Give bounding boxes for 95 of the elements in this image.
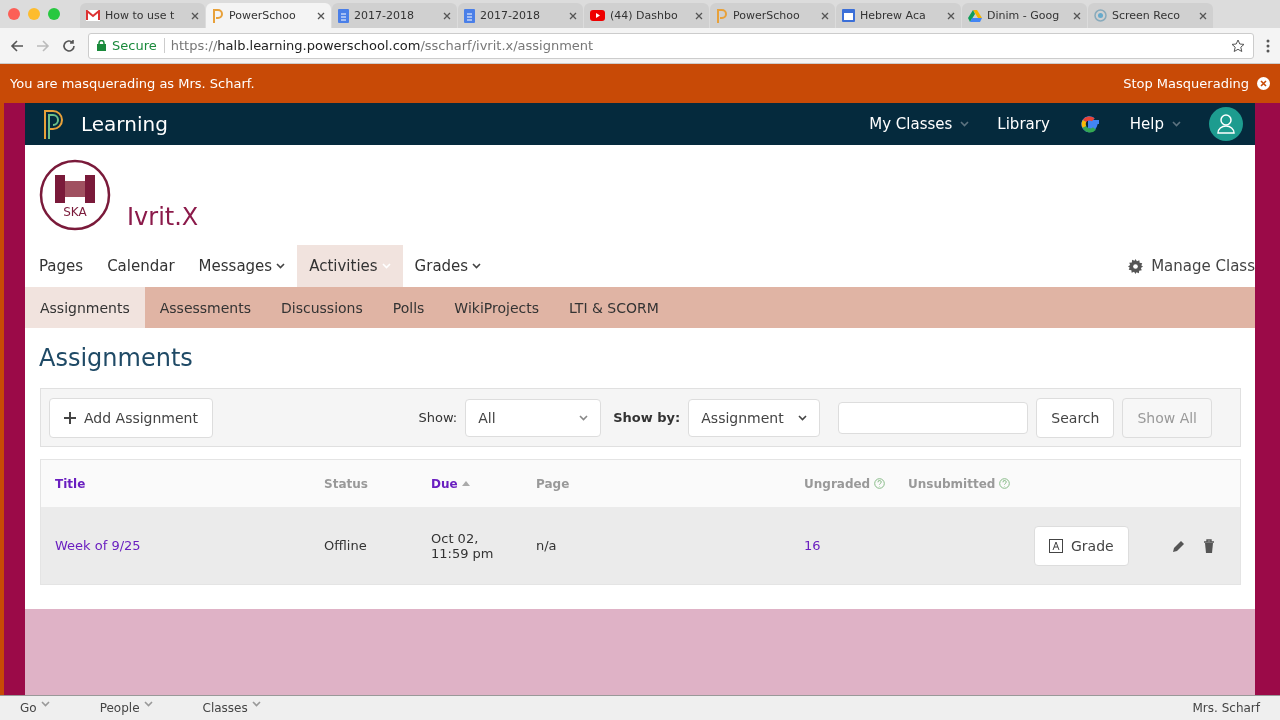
course-nav-tab[interactable]: Pages [27, 245, 96, 287]
lock-icon [97, 40, 106, 51]
close-icon[interactable] [1073, 11, 1081, 20]
sub-tab[interactable]: WikiProjects [439, 287, 554, 328]
caret-icon [381, 263, 391, 269]
caret-icon [579, 414, 589, 421]
show-by-dropdown[interactable]: Assignment [688, 398, 821, 437]
caret-icon [276, 263, 286, 269]
school-logo: SKA [39, 159, 111, 231]
page-cell-text: n/a [536, 538, 558, 553]
record-icon [1094, 9, 1107, 22]
caret-icon [40, 701, 50, 707]
logo-icon [716, 8, 728, 23]
caret-icon [798, 414, 808, 421]
caret-icon [472, 263, 482, 269]
course-nav-tab[interactable]: Messages [186, 245, 298, 287]
browser-tab[interactable]: Dinim - Goog [962, 3, 1087, 28]
close-icon[interactable] [947, 11, 955, 20]
close-icon[interactable] [317, 11, 325, 20]
plus-icon [64, 411, 76, 424]
column-header[interactable]: Title [55, 476, 324, 491]
course-title: Ivrit.X [127, 203, 199, 231]
address-field[interactable]: Secure https://halb.learning.powerschool.com/sscharf/ivrit.x/assignment [88, 32, 1254, 59]
menu-icon[interactable] [1266, 38, 1270, 53]
add-assignment-button[interactable]: Add Assignment [49, 397, 213, 438]
bottom-menu-item[interactable]: People [99, 701, 153, 715]
sort-icon [461, 481, 470, 486]
drive-icon [968, 9, 982, 22]
due-date-cell-text: Oct 02, 11:59 pm [431, 530, 495, 561]
browser-tab[interactable]: How to use t [80, 3, 205, 28]
header-nav-link[interactable]: My Classes [869, 115, 970, 133]
column-header: Unsubmitted [908, 476, 1034, 491]
user-name: Mrs. Scharf [1192, 701, 1260, 715]
course-nav-tab[interactable]: Activities [297, 245, 403, 287]
grade-button[interactable]: Grade [1034, 525, 1129, 566]
course-nav-tab[interactable]: Calendar [95, 245, 187, 287]
bottom-menu-item[interactable]: Go [20, 701, 50, 715]
document-icon [464, 8, 475, 23]
course-nav-tab[interactable]: Grades [402, 245, 494, 287]
header-nav-link[interactable]: Library [997, 115, 1050, 133]
sub-tab[interactable]: LTI & SCORM [554, 287, 674, 328]
close-icon[interactable] [695, 11, 703, 20]
pencil-icon[interactable] [1172, 538, 1186, 553]
play-icon [590, 10, 605, 21]
brand-name: Learning [81, 112, 169, 136]
column-header: Ungraded [804, 476, 908, 491]
browser-tab[interactable]: (44) Dashbo [584, 3, 709, 28]
masquerade-message: You are masquerading as Mrs. Scharf. [10, 76, 255, 91]
document-icon [338, 8, 349, 23]
status-cell-text: Offline [324, 538, 368, 553]
assignment-link[interactable]: Week of 9/25 [55, 538, 141, 553]
logo-icon [212, 8, 224, 23]
avatar-icon[interactable] [1209, 107, 1243, 141]
show-dropdown[interactable]: All [465, 398, 602, 437]
show-label: Show: [418, 410, 458, 425]
settings-icon [1128, 258, 1144, 274]
close-icon[interactable] [1199, 11, 1207, 20]
stop-masquerading-button[interactable]: Stop Masquerading [1123, 76, 1270, 91]
star-icon[interactable] [1231, 38, 1245, 53]
sub-tab[interactable]: Assessments [144, 287, 266, 328]
close-icon[interactable] [821, 11, 829, 20]
sub-tab[interactable]: Assignments [25, 287, 145, 328]
page-title: Assignments [38, 343, 194, 374]
back-icon[interactable] [10, 38, 24, 53]
bottom-menu-item[interactable]: Classes [202, 701, 261, 715]
close-icon[interactable] [569, 11, 577, 20]
browser-tab[interactable]: Hebrew Aca [836, 3, 961, 28]
grade-icon [1049, 538, 1063, 553]
caret-icon [143, 701, 153, 707]
ungraded-count-link[interactable]: 16 [804, 538, 821, 553]
browser-tab[interactable]: 2017-2018 [458, 3, 583, 28]
mail-icon [86, 10, 100, 21]
reload-icon[interactable] [62, 38, 76, 53]
browser-tab[interactable]: PowerSchoo [710, 3, 835, 28]
show-by-label: Show by: [613, 410, 681, 425]
browser-tab[interactable]: PowerSchoo [206, 3, 331, 28]
close-icon[interactable] [191, 11, 199, 20]
close-icon[interactable] [443, 11, 451, 20]
caret-icon [960, 121, 970, 127]
close-icon [1257, 77, 1270, 90]
caret-icon [251, 701, 261, 707]
sub-tab[interactable]: Polls [377, 287, 440, 328]
column-header: Status [324, 476, 369, 491]
calendar-icon [842, 9, 855, 22]
trash-icon[interactable] [1202, 538, 1216, 553]
header-nav-link[interactable]: Help [1129, 115, 1181, 133]
column-header[interactable]: Due [431, 476, 536, 491]
sub-tab[interactable]: Discussions [266, 287, 378, 328]
browser-tab[interactable]: Screen Reco [1088, 3, 1213, 28]
browser-tab[interactable]: 2017-2018 [332, 3, 457, 28]
search-field[interactable] [838, 401, 1029, 434]
manage-class-button[interactable]: Manage Class [1118, 245, 1255, 287]
column-header: Page [536, 476, 571, 491]
search-button[interactable]: Search [1036, 397, 1115, 438]
caret-icon [1172, 121, 1181, 127]
